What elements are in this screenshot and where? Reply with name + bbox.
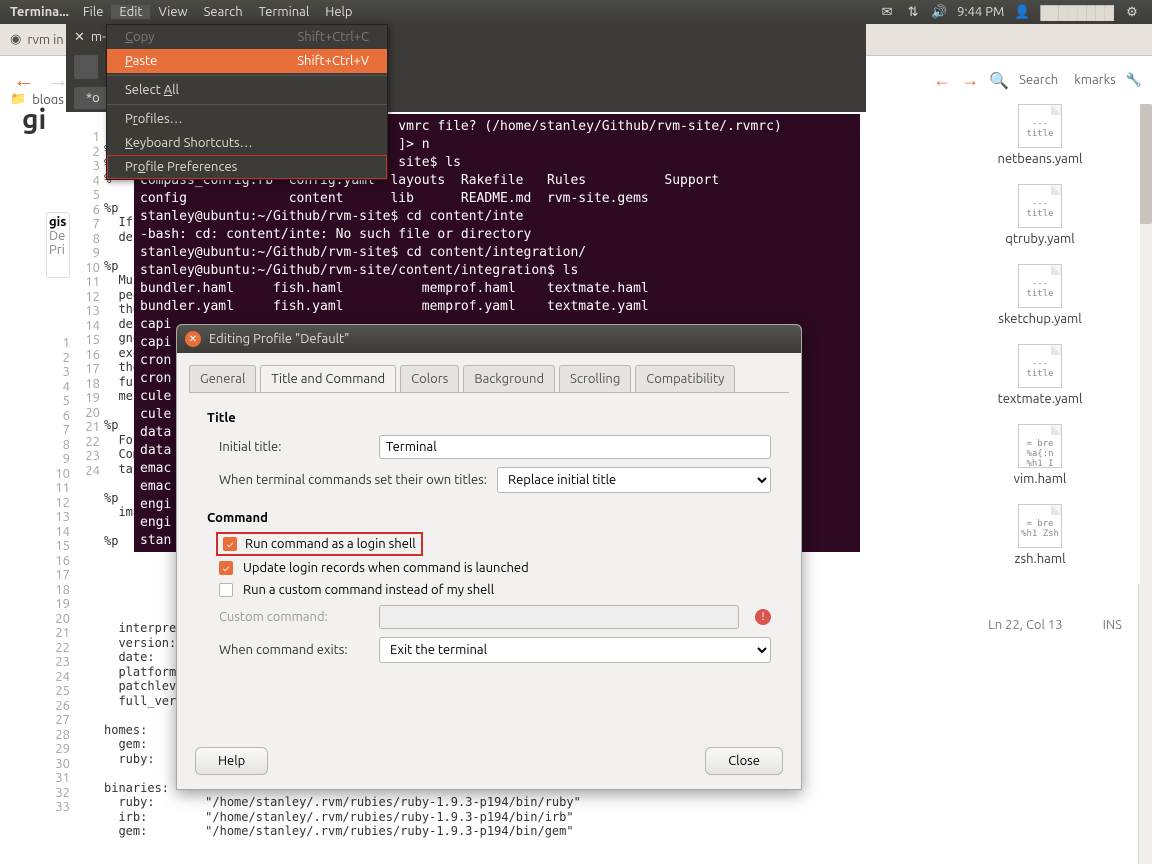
edit-dropdown: CopyShift+Ctrl+C PasteShift+Ctrl+V Selec…	[106, 24, 388, 180]
file-label: textmate.yaml	[940, 392, 1140, 406]
mail-icon[interactable]: ✉	[879, 4, 895, 20]
gear-icon[interactable]: ⚙	[1124, 4, 1140, 20]
tab-colors[interactable]: Colors	[400, 365, 459, 392]
profile-dialog: ✕ Editing Profile "Default" General Titl…	[176, 324, 802, 790]
menu-shortcuts[interactable]: Keyboard Shortcuts…	[107, 131, 387, 155]
tab-scrolling[interactable]: Scrolling	[559, 365, 631, 392]
menu-profile-preferences[interactable]: Profile Preferences	[107, 155, 387, 179]
close-button[interactable]: Close	[705, 747, 783, 775]
exit-label: When command exits:	[219, 643, 369, 657]
browser-tab[interactable]: ◉rvm in	[0, 24, 74, 56]
line-gutter-outer: 1234567891011121314151617181920212223242…	[46, 334, 74, 817]
menu-file[interactable]: File	[75, 5, 112, 19]
file-item[interactable]: --- title qtruby.yaml	[940, 184, 1140, 246]
file-label: zsh.haml	[940, 552, 1140, 566]
toolbar-button[interactable]	[74, 55, 98, 79]
status-bar: Ln 22, Col 13 INS	[988, 618, 1122, 632]
custom-cmd-input	[379, 605, 739, 629]
nav-back-icon[interactable]: ←	[933, 70, 951, 91]
menu-help[interactable]: Help	[317, 5, 360, 19]
separator	[107, 75, 387, 76]
file-item[interactable]: --- title sketchup.yaml	[940, 264, 1140, 326]
file-item[interactable]: = bre %h1 Zsh zsh.haml	[940, 504, 1140, 566]
github-icon: ◉	[10, 32, 21, 47]
update-login-checkbox[interactable]: ✓	[219, 561, 233, 575]
dialog-close-button[interactable]: ✕	[185, 331, 201, 347]
file-label: sketchup.yaml	[940, 312, 1140, 326]
insert-mode: INS	[1103, 618, 1122, 632]
tab-title-command[interactable]: Title and Command	[260, 365, 396, 392]
scrollbar[interactable]	[1138, 104, 1152, 864]
file-icon: --- title	[1018, 184, 1062, 228]
menu-select-all[interactable]: Select All	[107, 78, 387, 102]
file-label: netbeans.yaml	[940, 152, 1140, 166]
when-titles-select[interactable]: Replace initial title	[497, 467, 771, 493]
menu-terminal[interactable]: Terminal	[251, 5, 318, 19]
user-icon[interactable]: 👤	[1014, 4, 1030, 20]
file-label: vim.haml	[940, 472, 1140, 486]
tab-general[interactable]: General	[189, 365, 256, 392]
bookmarks-label[interactable]: kmarks	[1074, 73, 1116, 87]
file-item[interactable]: --- title netbeans.yaml	[940, 104, 1140, 166]
search-icon[interactable]: 🔍	[989, 71, 1009, 90]
file-icon: --- title	[1018, 104, 1062, 148]
menu-edit[interactable]: Edit	[111, 5, 150, 19]
login-shell-label: Run command as a login shell	[245, 537, 416, 551]
login-shell-checkbox[interactable]: ✓	[223, 537, 237, 551]
initial-title-input[interactable]	[379, 435, 771, 459]
cursor-position: Ln 22, Col 13	[988, 618, 1062, 632]
initial-title-label: Initial title:	[219, 440, 369, 454]
custom-command-checkbox[interactable]	[219, 583, 233, 597]
file-icon: = bre %h1 Zsh	[1018, 504, 1062, 548]
exit-select[interactable]: Exit the terminal	[379, 637, 771, 663]
menu-copy: CopyShift+Ctrl+C	[107, 25, 387, 49]
menubar: Termina... File Edit View Search Termina…	[0, 0, 1152, 24]
help-button[interactable]: Help	[195, 747, 268, 775]
scroll-thumb[interactable]	[1140, 104, 1152, 224]
tab-background[interactable]: Background	[463, 365, 555, 392]
gist-card: gis De Pri	[46, 212, 70, 278]
menu-profiles[interactable]: Profiles…	[107, 107, 387, 131]
clock[interactable]: 9:44 PM	[957, 5, 1004, 19]
file-label: qtruby.yaml	[940, 232, 1140, 246]
logo-fragment: gi	[22, 104, 66, 135]
tab-compatibility[interactable]: Compatibility	[635, 365, 735, 392]
file-item[interactable]: --- title textmate.yaml	[940, 344, 1140, 406]
app-name: Termina...	[4, 5, 75, 19]
back-button[interactable]: ←	[10, 66, 38, 94]
section-command: Command	[207, 511, 771, 525]
update-login-label: Update login records when command is lau…	[243, 561, 529, 575]
custom-cmd-label: Custom command:	[219, 610, 369, 624]
username[interactable]: ████████	[1040, 5, 1114, 20]
file-icon: --- title	[1018, 264, 1062, 308]
menu-view[interactable]: View	[150, 5, 195, 19]
separator	[107, 104, 387, 105]
dialog-title: Editing Profile "Default"	[209, 332, 349, 346]
window-close-icon[interactable]: ✕	[74, 30, 85, 45]
file-icon: = bre %a{:n %h1 I	[1018, 424, 1062, 468]
menu-paste[interactable]: PasteShift+Ctrl+V	[107, 49, 387, 73]
custom-command-label: Run a custom command instead of my shell	[243, 583, 494, 597]
wrench-icon[interactable]: 🔧	[1126, 73, 1142, 88]
volume-icon[interactable]: 🔊	[931, 4, 947, 20]
search-label[interactable]: Search	[1019, 73, 1058, 87]
line-gutter-inner: 123456789101112131415161718192021222324	[76, 128, 104, 480]
section-title: Title	[207, 411, 771, 425]
warning-icon: !	[755, 609, 771, 625]
login-shell-row: ✓ Run command as a login shell	[219, 535, 420, 553]
file-item[interactable]: = bre %a{:n %h1 I vim.haml	[940, 424, 1140, 486]
nav-fwd-icon[interactable]: →	[961, 70, 979, 91]
when-titles-label: When terminal commands set their own tit…	[219, 473, 487, 487]
file-icon: --- title	[1018, 344, 1062, 388]
network-icon[interactable]: ⇅	[905, 4, 921, 20]
dialog-tabs: General Title and Command Colors Backgro…	[177, 353, 801, 392]
file-list: --- title netbeans.yaml --- title qtruby.ya…	[940, 104, 1140, 584]
menu-search[interactable]: Search	[196, 5, 251, 19]
